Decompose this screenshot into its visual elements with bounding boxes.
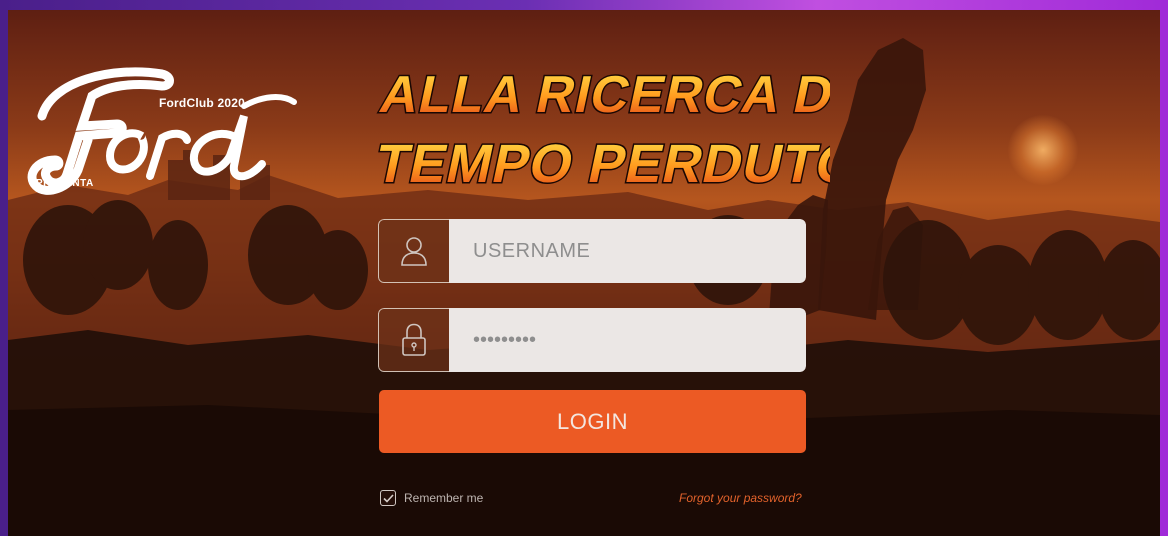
user-icon <box>378 219 449 283</box>
password-field <box>378 308 806 372</box>
lock-icon <box>378 308 449 372</box>
ford-club-label: FordClub 2020 <box>159 96 245 110</box>
username-field <box>378 219 806 283</box>
remember-me-checkbox[interactable] <box>380 490 396 506</box>
checkmark-icon <box>382 493 394 503</box>
login-button[interactable]: LOGIN <box>379 390 806 453</box>
username-input[interactable] <box>449 219 806 283</box>
password-input[interactable] <box>449 308 806 372</box>
forgot-password-link[interactable]: Forgot your password? <box>679 491 802 505</box>
game-title: ALLA RICERCA DEL TEMPO PERDUTO <box>369 64 830 195</box>
ford-logo <box>27 67 297 195</box>
title-line2: TEMPO PERDUTO <box>370 134 830 194</box>
title-line1: ALLA RICERCA DEL <box>375 66 830 124</box>
window-frame: FordClub 2020 PRESENTA ALLA RICERCA DEL … <box>0 0 1168 536</box>
remember-me-label: Remember me <box>404 491 484 505</box>
presenta-label: PRESENTA <box>36 178 94 189</box>
remember-me[interactable]: Remember me <box>380 488 483 508</box>
